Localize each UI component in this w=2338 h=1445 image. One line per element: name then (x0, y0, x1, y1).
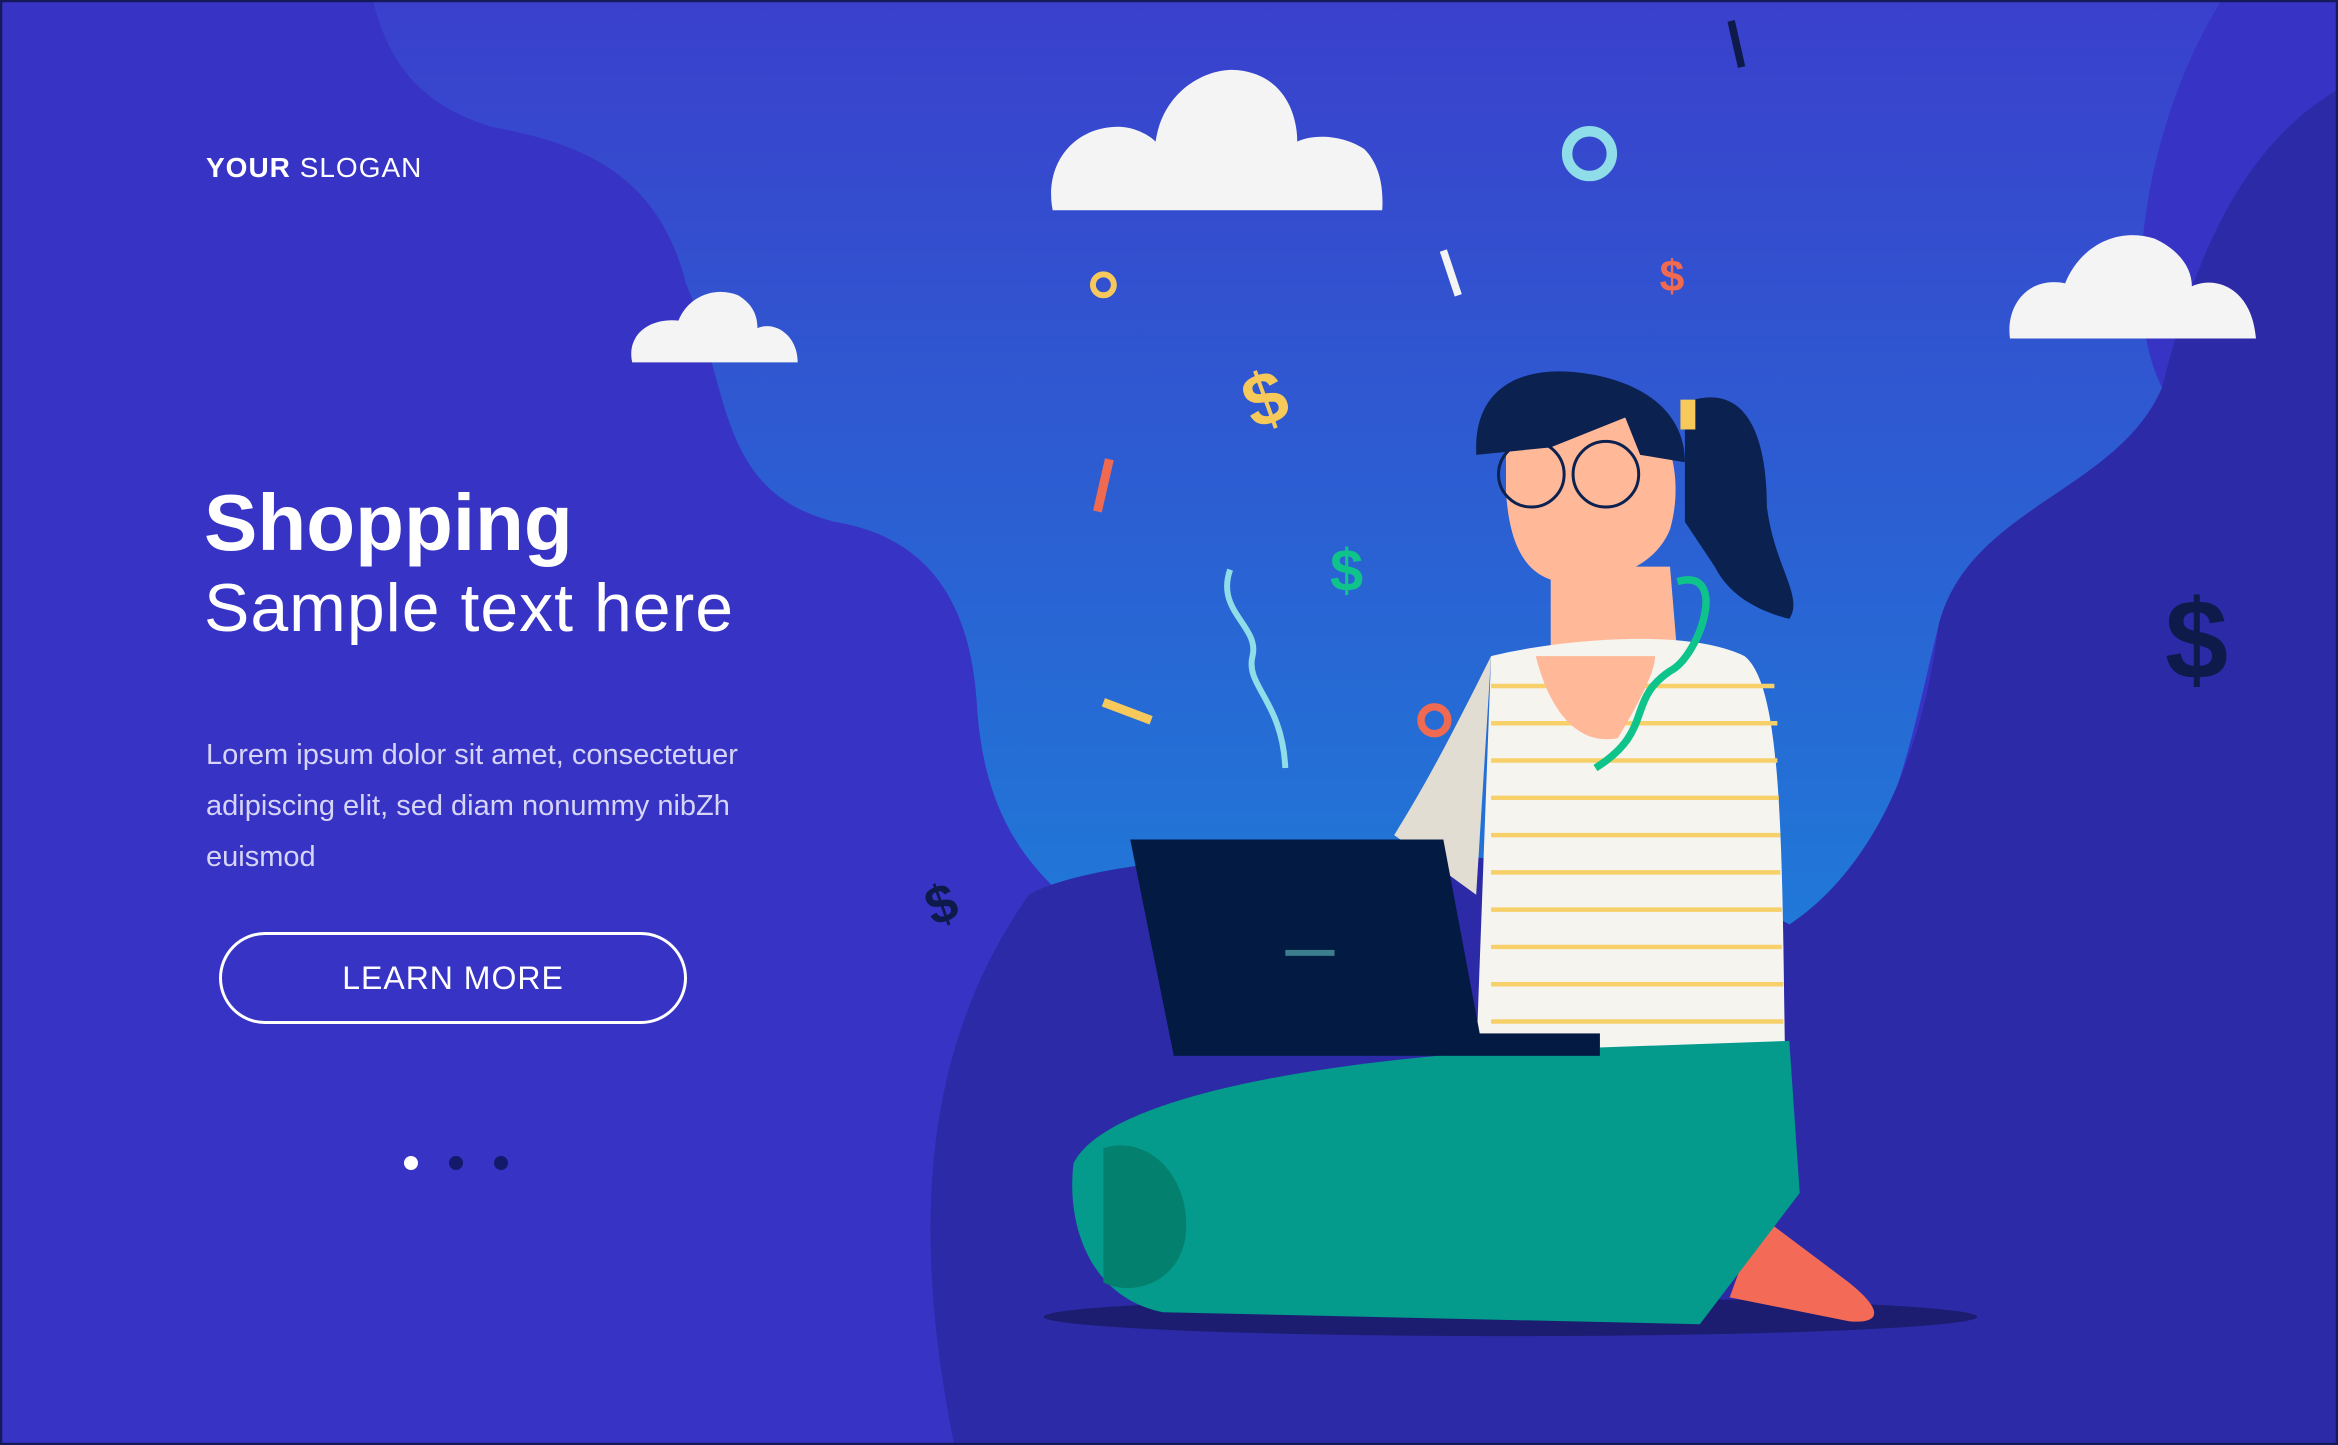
carousel-dot-3[interactable] (494, 1156, 508, 1170)
svg-text:$: $ (1330, 537, 1363, 604)
page-title: Shopping (204, 478, 573, 567)
slogan-bold: YOUR (206, 152, 291, 183)
svg-text:$: $ (1660, 252, 1685, 301)
brand-slogan: YOUR SLOGAN (206, 152, 422, 184)
svg-text:$: $ (2165, 577, 2228, 704)
slogan-rest: SLOGAN (299, 152, 423, 183)
carousel-pagination (404, 1156, 508, 1170)
carousel-dot-2[interactable] (449, 1156, 463, 1170)
carousel-dot-1[interactable] (404, 1156, 418, 1170)
hero-description: Lorem ipsum dolor sit amet, consectetuer… (206, 739, 738, 873)
learn-more-button[interactable]: LEARN MORE (219, 932, 687, 1024)
svg-text:$: $ (917, 871, 966, 938)
shopping-illustration: $ $ $ $ $ (0, 0, 2338, 1445)
page-subtitle: Sample text here (204, 570, 735, 646)
